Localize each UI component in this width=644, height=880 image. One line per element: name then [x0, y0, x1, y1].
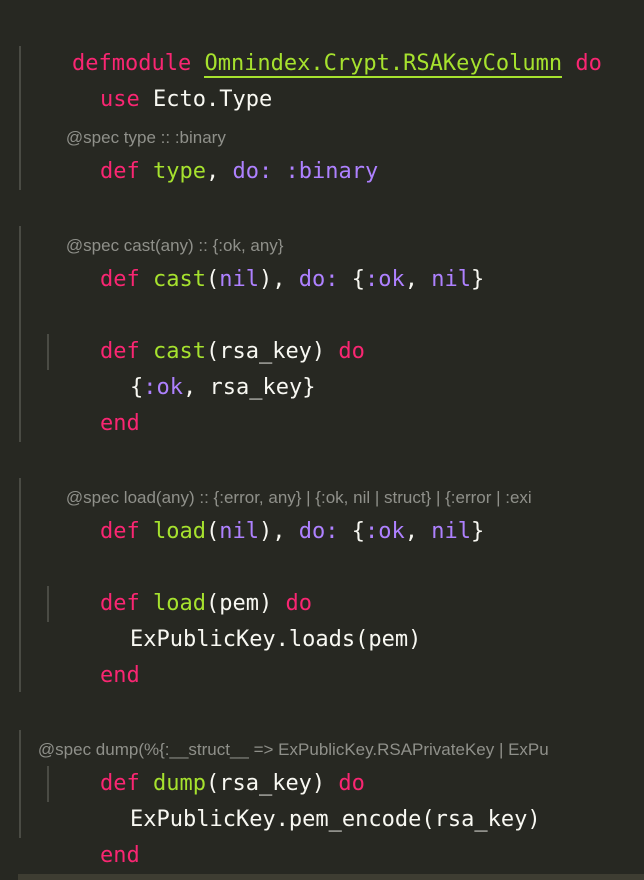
code-line-def-load-pem[interactable]: def load(pem) do: [47, 550, 312, 616]
atom-nil: nil: [219, 267, 259, 292]
keyword-end: end: [99, 411, 140, 436]
code-line-def-type[interactable]: def type, do: :binary: [47, 118, 378, 184]
code-line-end[interactable]: end: [47, 622, 140, 688]
code-line-end[interactable]: end: [47, 370, 140, 436]
keyword-do: do: [338, 339, 365, 364]
atom-ok: :ok: [143, 375, 183, 400]
atom-ok: :ok: [364, 267, 405, 292]
code-lens-spec-type[interactable]: @spec type :: :binary: [47, 84, 226, 147]
atom-nil: nil: [219, 519, 259, 544]
keyword-def: def: [99, 519, 140, 544]
code-line-ok-tuple[interactable]: {:ok, rsa_key}: [77, 334, 315, 400]
function-name-type: type: [152, 159, 206, 184]
code-lens-spec-load[interactable]: @spec load(any) :: {:error, any} | {:ok,…: [47, 444, 532, 507]
function-name-cast: cast: [152, 267, 206, 292]
code-line-end[interactable]: end: [47, 802, 140, 868]
atom-binary: :binary: [285, 159, 379, 184]
code-line-pem-encode-call[interactable]: ExPublicKey.pem_encode(rsa_key): [77, 766, 541, 832]
keyword-do-colon: do:: [298, 519, 339, 544]
keyword-end: end: [99, 663, 140, 688]
code-line-loads-call[interactable]: ExPublicKey.loads(pem): [77, 586, 421, 652]
keyword-do-colon: do:: [298, 267, 339, 292]
code-lens-spec-dump[interactable]: @spec dump(%{:__struct__ => ExPublicKey.…: [19, 696, 549, 759]
keyword-do-colon: do:: [232, 159, 273, 184]
code-line-def-cast-rsa-key[interactable]: def cast(rsa_key) do: [47, 298, 365, 364]
atom-nil: nil: [431, 267, 471, 292]
code-lens-spec-cast[interactable]: @spec cast(any) :: {:ok, any}: [47, 192, 284, 255]
horizontal-scrollbar[interactable]: [18, 874, 644, 880]
code-editor[interactable]: defmodule Omnindex.Crypt.RSAKeyColumn do…: [0, 0, 644, 880]
code-line-def-load-nil[interactable]: def load(nil), do: {:ok, nil}: [47, 478, 484, 544]
atom-ok: :ok: [364, 519, 405, 544]
indent-guide-module: [19, 226, 21, 442]
code-line-use[interactable]: use Ecto.Type: [47, 46, 272, 112]
keyword-do: do: [575, 51, 602, 76]
code-line-defmodule[interactable]: defmodule Omnindex.Crypt.RSAKeyColumn do: [19, 10, 602, 78]
code-line-def-cast-nil[interactable]: def cast(nil), do: {:ok, nil}: [47, 226, 484, 292]
function-name-load: load: [152, 519, 206, 544]
code-line-def-dump[interactable]: def dump(rsa_key) do: [47, 730, 365, 796]
keyword-def: def: [99, 159, 140, 184]
code-line-module-end[interactable]: end: [19, 838, 112, 880]
indent-guide-module: [19, 478, 21, 692]
keyword-def: def: [99, 267, 140, 292]
atom-nil: nil: [431, 519, 471, 544]
